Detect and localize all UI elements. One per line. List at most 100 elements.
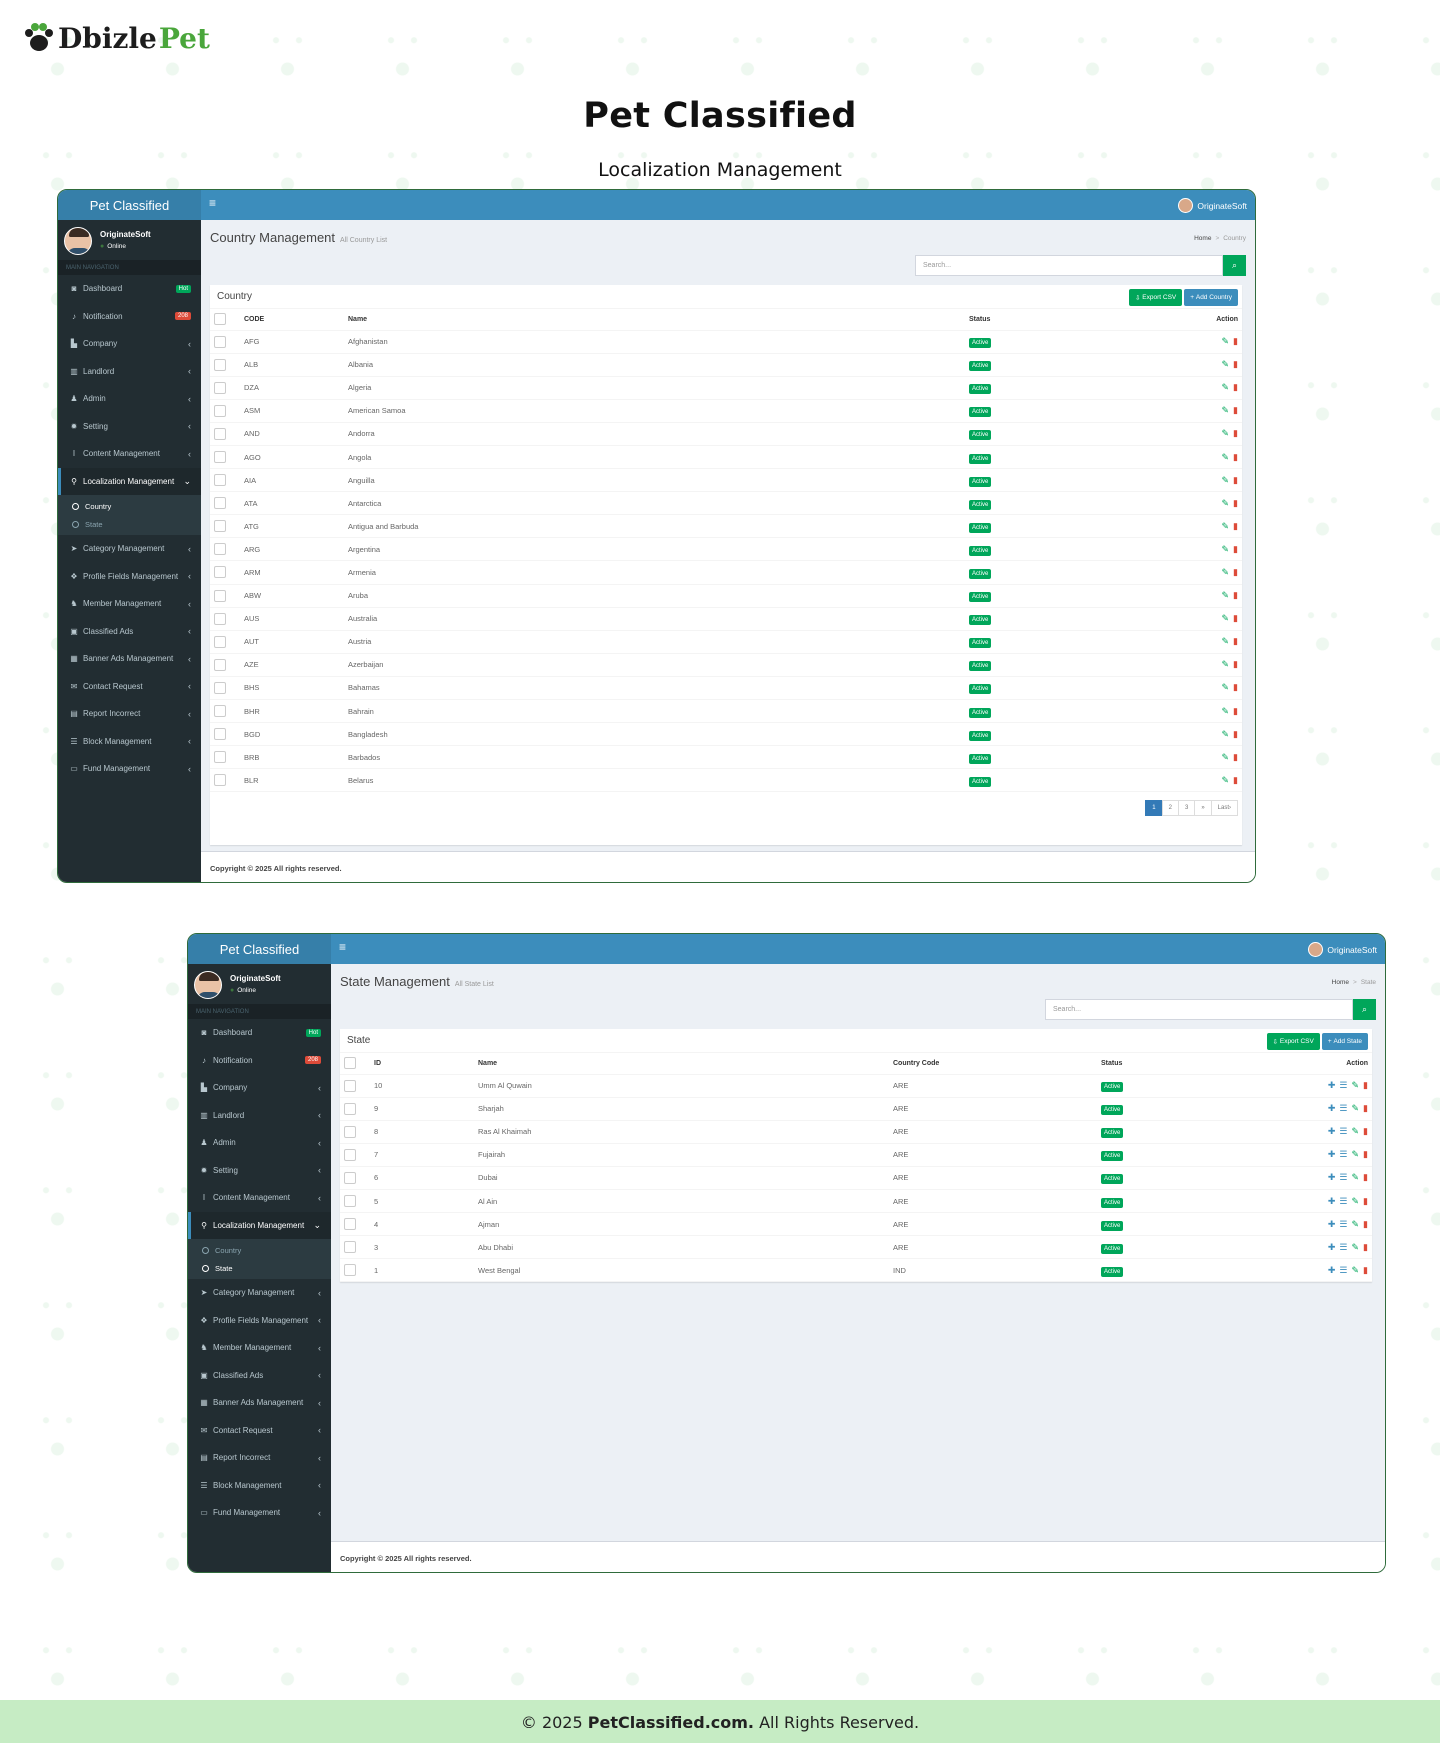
- row-checkbox[interactable]: [214, 566, 226, 579]
- plus-icon[interactable]: ✚: [1328, 1242, 1336, 1253]
- row-checkbox[interactable]: [344, 1218, 356, 1231]
- trash-icon[interactable]: ▮: [1363, 1196, 1368, 1207]
- edit-icon[interactable]: ✎: [1222, 775, 1230, 786]
- column-header-id[interactable]: ID: [370, 1053, 474, 1075]
- status-badge[interactable]: Active: [969, 545, 992, 556]
- export-csv-button[interactable]: ⇩ Export CSV: [1129, 289, 1183, 306]
- page-link[interactable]: »: [1194, 800, 1212, 817]
- trash-icon[interactable]: ▮: [1233, 706, 1238, 717]
- admin-logo[interactable]: Pet Classified: [58, 190, 201, 220]
- trash-icon[interactable]: ▮: [1363, 1149, 1368, 1160]
- trash-icon[interactable]: ▮: [1233, 775, 1238, 786]
- sidebar-item-content-management[interactable]: I Content Management ‹: [188, 1184, 331, 1212]
- status-badge[interactable]: Active: [1101, 1105, 1124, 1116]
- sidebar-item-report-incorrect[interactable]: ▤ Report Incorrect ‹: [58, 700, 201, 728]
- menu-toggle-icon[interactable]: ≡: [339, 940, 346, 954]
- trash-icon[interactable]: ▮: [1363, 1242, 1368, 1253]
- list-icon[interactable]: ☰: [1339, 1172, 1347, 1183]
- edit-icon[interactable]: ✎: [1222, 567, 1230, 578]
- row-checkbox[interactable]: [214, 358, 226, 371]
- edit-icon[interactable]: ✎: [1222, 405, 1230, 416]
- sidebar-item-profile-fields-management[interactable]: ❖ Profile Fields Management ‹: [58, 563, 201, 591]
- row-checkbox[interactable]: [214, 612, 226, 625]
- edit-icon[interactable]: ✎: [1352, 1265, 1360, 1276]
- trash-icon[interactable]: ▮: [1233, 405, 1238, 416]
- submenu-item-state[interactable]: State: [188, 1259, 331, 1277]
- list-icon[interactable]: ☰: [1339, 1265, 1347, 1276]
- sidebar-item-contact-request[interactable]: ✉ Contact Request ‹: [58, 673, 201, 701]
- edit-icon[interactable]: ✎: [1352, 1149, 1360, 1160]
- trash-icon[interactable]: ▮: [1363, 1103, 1368, 1114]
- edit-icon[interactable]: ✎: [1222, 613, 1230, 624]
- row-checkbox[interactable]: [344, 1195, 356, 1208]
- row-checkbox[interactable]: [344, 1264, 356, 1277]
- sidebar-item-landlord[interactable]: ▥ Landlord ‹: [188, 1102, 331, 1130]
- edit-icon[interactable]: ✎: [1352, 1080, 1360, 1091]
- edit-icon[interactable]: ✎: [1352, 1103, 1360, 1114]
- navbar-user-menu[interactable]: OriginateSoft: [1178, 198, 1247, 213]
- status-badge[interactable]: Active: [969, 615, 992, 626]
- row-checkbox[interactable]: [344, 1148, 356, 1161]
- edit-icon[interactable]: ✎: [1222, 475, 1230, 486]
- status-badge[interactable]: Active: [969, 338, 992, 349]
- sidebar-item-landlord[interactable]: ▥ Landlord ‹: [58, 358, 201, 386]
- trash-icon[interactable]: ▮: [1233, 590, 1238, 601]
- row-checkbox[interactable]: [214, 335, 226, 348]
- sidebar-item-member-management[interactable]: ♞ Member Management ‹: [58, 590, 201, 618]
- trash-icon[interactable]: ▮: [1233, 613, 1238, 624]
- edit-icon[interactable]: ✎: [1222, 521, 1230, 532]
- row-checkbox[interactable]: [214, 520, 226, 533]
- sidebar-item-fund-management[interactable]: ▭ Fund Management ‹: [188, 1499, 331, 1527]
- edit-icon[interactable]: ✎: [1352, 1242, 1360, 1253]
- status-badge[interactable]: Active: [969, 499, 992, 510]
- row-checkbox[interactable]: [214, 497, 226, 510]
- row-checkbox[interactable]: [214, 705, 226, 718]
- sidebar-item-dashboard[interactable]: ◙ Dashboard Hot: [188, 1019, 331, 1047]
- sidebar-item-setting[interactable]: ✹ Setting ‹: [188, 1157, 331, 1185]
- row-checkbox[interactable]: [214, 751, 226, 764]
- submenu-item-state[interactable]: State: [58, 515, 201, 533]
- add-state-button[interactable]: + Add State: [1321, 1033, 1368, 1050]
- edit-icon[interactable]: ✎: [1222, 544, 1230, 555]
- sidebar-item-banner-ads-management[interactable]: ▦ Banner Ads Management ‹: [188, 1389, 331, 1417]
- row-checkbox[interactable]: [214, 451, 226, 464]
- sidebar-item-company[interactable]: ▙ Company ‹: [188, 1074, 331, 1102]
- sidebar-item-classified-ads[interactable]: ▣ Classified Ads ‹: [188, 1362, 331, 1390]
- edit-icon[interactable]: ✎: [1222, 590, 1230, 601]
- trash-icon[interactable]: ▮: [1233, 428, 1238, 439]
- sidebar-item-admin[interactable]: ♟ Admin ‹: [58, 385, 201, 413]
- list-icon[interactable]: ☰: [1339, 1126, 1347, 1137]
- status-badge[interactable]: Active: [969, 592, 992, 603]
- submenu-item-country[interactable]: Country: [58, 497, 201, 515]
- status-badge[interactable]: Active: [1101, 1220, 1124, 1231]
- column-header-status[interactable]: Status: [1097, 1053, 1227, 1075]
- trash-icon[interactable]: ▮: [1363, 1172, 1368, 1183]
- row-checkbox[interactable]: [344, 1125, 356, 1138]
- sidebar-item-fund-management[interactable]: ▭ Fund Management ‹: [58, 755, 201, 783]
- plus-icon[interactable]: ✚: [1328, 1172, 1336, 1183]
- trash-icon[interactable]: ▮: [1233, 498, 1238, 509]
- navbar-user-menu[interactable]: OriginateSoft: [1308, 942, 1377, 957]
- edit-icon[interactable]: ✎: [1352, 1196, 1360, 1207]
- edit-icon[interactable]: ✎: [1222, 636, 1230, 647]
- trash-icon[interactable]: ▮: [1233, 336, 1238, 347]
- trash-icon[interactable]: ▮: [1233, 659, 1238, 670]
- trash-icon[interactable]: ▮: [1363, 1080, 1368, 1091]
- column-header-country-code[interactable]: Country Code: [889, 1053, 1097, 1075]
- status-badge[interactable]: Active: [1101, 1197, 1124, 1208]
- sidebar-item-content-management[interactable]: I Content Management ‹: [58, 440, 201, 468]
- sidebar-item-banner-ads-management[interactable]: ▦ Banner Ads Management ‹: [58, 645, 201, 673]
- plus-icon[interactable]: ✚: [1328, 1265, 1336, 1276]
- breadcrumb-home-link[interactable]: Home: [1194, 235, 1211, 242]
- trash-icon[interactable]: ▮: [1233, 544, 1238, 555]
- page-link[interactable]: 2: [1161, 800, 1179, 817]
- status-badge[interactable]: Active: [969, 661, 992, 672]
- menu-toggle-icon[interactable]: ≡: [209, 196, 216, 210]
- sidebar-item-setting[interactable]: ✹ Setting ‹: [58, 413, 201, 441]
- trash-icon[interactable]: ▮: [1233, 636, 1238, 647]
- sidebar-item-localization-management[interactable]: ⚲ Localization Management ⌄: [58, 467, 201, 495]
- list-icon[interactable]: ☰: [1339, 1103, 1347, 1114]
- row-checkbox[interactable]: [214, 635, 226, 648]
- row-checkbox[interactable]: [214, 474, 226, 487]
- trash-icon[interactable]: ▮: [1233, 752, 1238, 763]
